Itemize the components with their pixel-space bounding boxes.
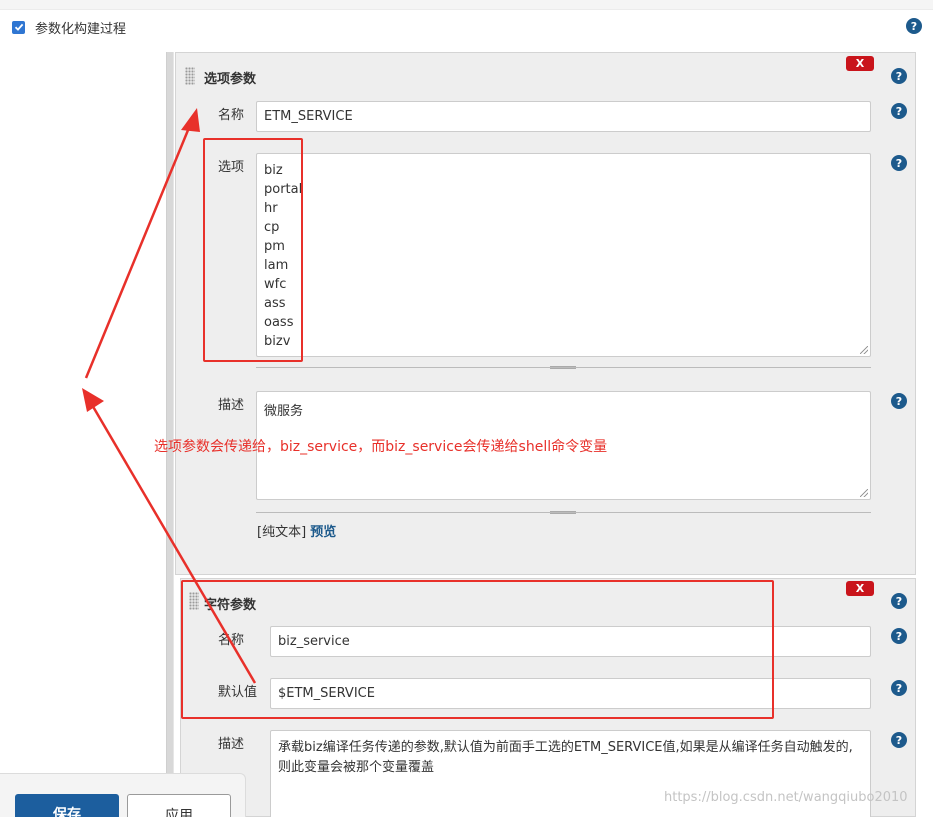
annotation-arrow-lower — [86, 397, 257, 684]
apply-button[interactable]: 应用 — [127, 794, 231, 817]
annotation-arrows — [82, 108, 257, 684]
arrowhead-icon — [181, 108, 200, 132]
annotation-arrow-up — [84, 117, 195, 379]
save-button[interactable]: 保存 — [15, 794, 119, 817]
watermark: https://blog.csdn.net/wangqiubo2010 — [664, 790, 908, 805]
